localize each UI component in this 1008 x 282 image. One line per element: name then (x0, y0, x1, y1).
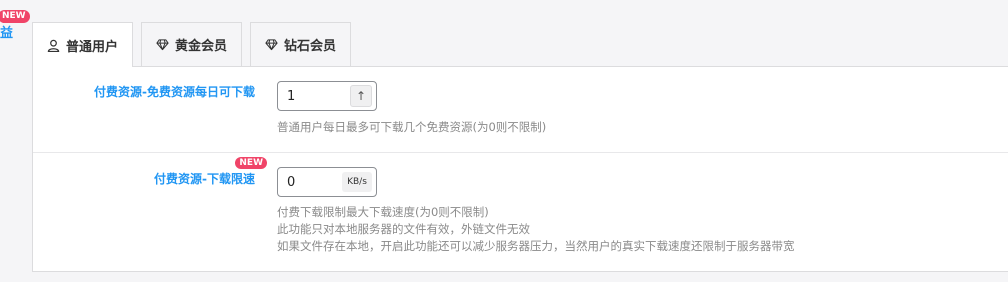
description-line: 如果文件存在本地，开启此功能还可以减少服务器压力，当然用户的真实下载速度还限制于… (277, 239, 795, 253)
tab-diamond-member[interactable]: 钻石会员 (250, 22, 352, 66)
sidebar-item-label[interactable]: 益 (0, 22, 13, 41)
setting-label: 付费资源-下载限速 NEW (154, 157, 267, 187)
diamond-icon (156, 39, 169, 51)
free-download-limit-input[interactable]: 1 ↑ (277, 81, 377, 111)
setting-label-text: 付费资源-下载限速 (154, 172, 255, 186)
setting-description: 普通用户每日最多可下载几个免费资源(为0则不限制) (277, 120, 547, 134)
tab-label: 黄金会员 (175, 39, 228, 54)
download-speed-limit-input[interactable]: 0 KB/s (277, 167, 377, 197)
diamond-icon (265, 39, 278, 51)
left-sidebar-fragment: NEW 益 (0, 0, 32, 282)
setting-row-download-speed-limit: 付费资源-下载限速 NEW 0 KB/s 付费下载限制最大下载速度(为0则不限制… (33, 152, 1008, 272)
description-line: 付费下载限制最大下载速度(为0则不限制) (277, 205, 489, 219)
setting-description: 付费下载限制最大下载速度(为0则不限制) 此功能只对本地服务器的文件有效，外链文… (277, 204, 795, 255)
setting-row-free-download-limit: 付费资源-免费资源每日可下载 1 ↑ 普通用户每日最多可下载几个免费资源(为0则… (33, 67, 1008, 153)
input-value: 1 (287, 88, 296, 104)
tab-label: 钻石会员 (284, 39, 337, 54)
user-icon (47, 39, 60, 52)
input-value: 0 (287, 174, 296, 190)
description-line: 此功能只对本地服务器的文件有效，外链文件无效 (277, 222, 530, 236)
settings-panel: 付费资源-免费资源每日可下载 1 ↑ 普通用户每日最多可下载几个免费资源(为0则… (32, 66, 1008, 272)
new-badge: NEW (235, 157, 267, 169)
arrow-up-icon[interactable]: ↑ (350, 85, 372, 107)
tab-gold-member[interactable]: 黄金会员 (141, 22, 243, 66)
membership-tabs: 普通用户 黄金会员 钻石会员 (32, 22, 359, 67)
tab-label: 普通用户 (66, 39, 119, 55)
setting-label: 付费资源-免费资源每日可下载 (94, 85, 255, 99)
tab-normal-user[interactable]: 普通用户 (32, 22, 134, 67)
unit-label: KB/s (342, 172, 372, 192)
